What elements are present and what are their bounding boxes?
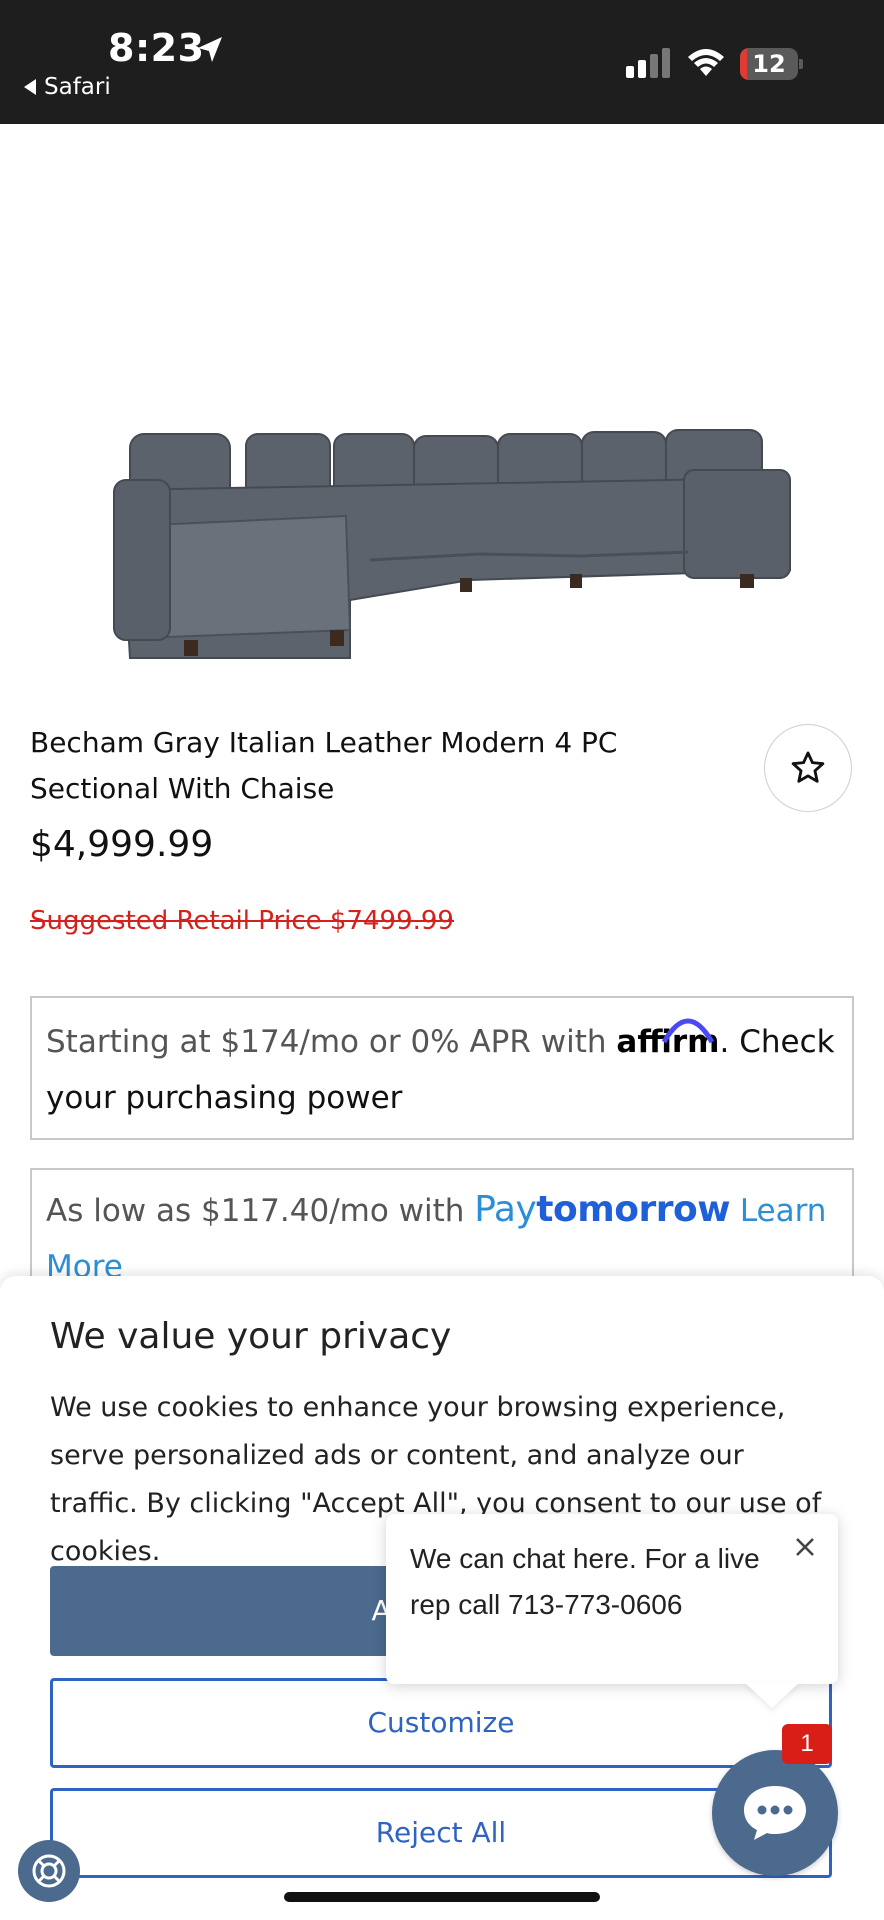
chat-popup: We can chat here. For a live rep call 71…: [386, 1514, 838, 1708]
star-outline-icon: [791, 751, 825, 783]
paytomorrow-financing-box[interactable]: As low as $117.40/mo with Paytomorrow Le…: [30, 1168, 854, 1288]
suggested-retail-price: Suggested Retail Price $7499.99: [30, 906, 454, 936]
affirm-arc-icon: [662, 1018, 715, 1044]
location-arrow-icon: [198, 37, 222, 62]
product-price: $4,999.99: [30, 824, 214, 865]
home-indicator: [284, 1892, 600, 1902]
status-time: 8:23: [108, 26, 205, 70]
wifi-icon: [688, 49, 724, 76]
lifebuoy-icon: [32, 1854, 66, 1888]
cookie-consent-icon[interactable]: [18, 1840, 80, 1902]
battery-body: 12: [740, 48, 798, 80]
affirm-prefix: Starting at $174/mo or 0% APR with: [46, 1024, 607, 1060]
battery-tip: [799, 59, 803, 69]
affirm-logo: affirm: [616, 1018, 720, 1060]
chat-launcher-button[interactable]: [712, 1750, 838, 1876]
battery-indicator: 12: [740, 48, 804, 80]
status-bar: 8:23 Safari 12: [0, 0, 884, 124]
back-app-label: Safari: [44, 74, 111, 100]
product-image[interactable]: [100, 160, 860, 680]
paytomorrow-brand-pay: Pay: [474, 1189, 537, 1230]
cellular-signal-icon: [626, 48, 670, 78]
paytomorrow-prefix: As low as $117.40/mo with: [46, 1193, 465, 1229]
affirm-financing-box[interactable]: Starting at $174/mo or 0% APR with affir…: [30, 996, 854, 1140]
chat-bubble-icon: [744, 1786, 806, 1840]
chat-popup-tail: [744, 1682, 800, 1708]
paytomorrow-brand-tomorrow: tomorrow: [536, 1189, 730, 1230]
paytomorrow-logo: Paytomorrow: [474, 1189, 730, 1230]
chat-unread-badge: 1: [782, 1724, 832, 1764]
customize-button[interactable]: Customize: [50, 1678, 832, 1768]
battery-level: 12: [752, 50, 786, 78]
chat-message: We can chat here. For a live rep call 71…: [410, 1543, 760, 1620]
close-icon[interactable]: [790, 1532, 820, 1562]
product-title: Becham Gray Italian Leather Modern 4 PC …: [30, 726, 618, 805]
favorite-button[interactable]: [764, 724, 852, 812]
back-to-safari-link[interactable]: Safari: [24, 74, 111, 100]
back-arrow-icon: [24, 79, 36, 95]
privacy-title: We value your privacy: [50, 1316, 452, 1357]
